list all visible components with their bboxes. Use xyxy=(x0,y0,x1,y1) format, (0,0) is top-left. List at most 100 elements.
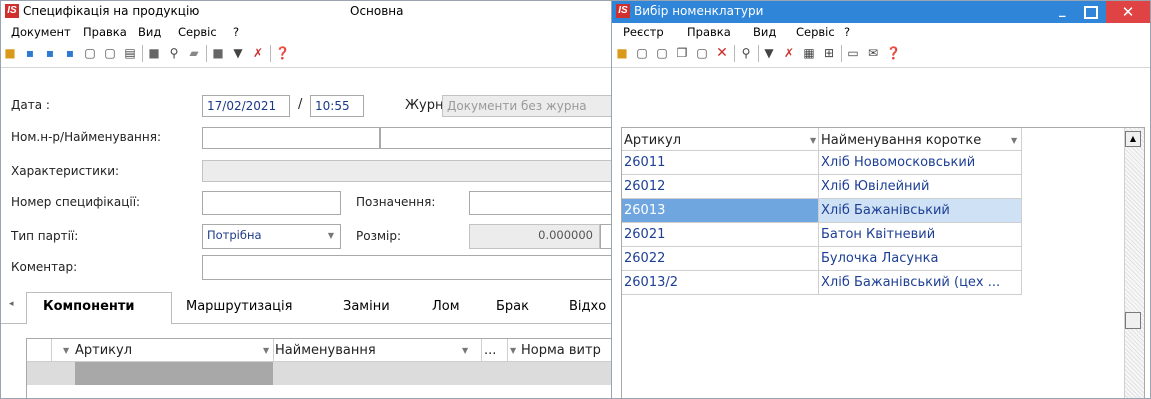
sort-arrow-icon[interactable]: ▼ xyxy=(1011,129,1017,152)
help-icon[interactable]: ❓ xyxy=(275,46,290,60)
bookmark-icon[interactable]: ▰ xyxy=(187,46,201,60)
open-folder-icon[interactable]: ■ xyxy=(615,46,629,60)
menu-service[interactable]: Сервіс xyxy=(178,25,217,39)
toolbar-separator xyxy=(142,45,143,62)
table-icon[interactable]: ▦ xyxy=(802,46,816,60)
print-icon[interactable]: ▤ xyxy=(123,46,137,60)
tab-scroll-left-icon[interactable]: ◂ xyxy=(9,299,14,309)
filter-icon[interactable]: ▼ xyxy=(231,46,245,60)
edit-item-icon[interactable]: ▢ xyxy=(655,46,669,60)
scrollbar-thumb[interactable] xyxy=(1125,312,1141,329)
designation-field[interactable] xyxy=(469,191,611,215)
nomenclature-titlebar[interactable]: IS Вибір номенклатури _ ✕ xyxy=(612,1,1150,23)
size-spin[interactable] xyxy=(600,224,611,249)
row-article[interactable]: 26021 xyxy=(622,223,818,247)
scroll-up-icon[interactable]: ▲ xyxy=(1125,131,1141,147)
form-icon[interactable]: ▭ xyxy=(846,46,860,60)
specification-window: IS Специфікація на продукцію Основна Док… xyxy=(0,0,611,399)
copy-item-icon[interactable]: ❐ xyxy=(675,46,689,60)
menu-edit[interactable]: Правка xyxy=(83,25,127,39)
row-article[interactable]: 26022 xyxy=(622,247,818,271)
row-name[interactable]: Батон Квітневий xyxy=(819,223,1021,247)
menu-view[interactable]: Вид xyxy=(138,25,161,39)
minimize-icon[interactable]: _ xyxy=(1059,3,1066,18)
clone-item-icon[interactable]: ▢ xyxy=(695,46,709,60)
row-article[interactable]: 26013/2 xyxy=(622,271,818,295)
comment-label: Коментар: xyxy=(11,260,78,274)
row-name[interactable]: Хліб Ювілейний xyxy=(819,175,1021,199)
column-norm[interactable]: Норма витр xyxy=(521,339,601,362)
sort-arrow-icon[interactable]: ▼ xyxy=(263,339,269,362)
tab-defects[interactable]: Брак xyxy=(496,299,529,314)
help-icon[interactable]: ❓ xyxy=(886,46,901,60)
journal-field[interactable]: Документи без журна xyxy=(442,95,611,117)
column-article[interactable]: Артикул xyxy=(624,129,681,152)
tree-icon[interactable]: ⊞ xyxy=(822,46,836,60)
maximize-icon[interactable] xyxy=(1084,6,1098,19)
column-short-name[interactable]: Найменування коротке xyxy=(821,129,981,152)
item-name-field[interactable] xyxy=(380,127,611,149)
toolbar-separator xyxy=(734,45,735,62)
sort-arrow-icon[interactable]: ▼ xyxy=(810,129,816,152)
edit-document-icon[interactable]: ▪ xyxy=(43,46,57,60)
row-name[interactable]: Булочка Ласунка xyxy=(819,247,1021,271)
sort-arrow-icon[interactable]: ▼ xyxy=(63,339,69,362)
app-logo-icon: IS xyxy=(5,4,19,18)
stop-icon[interactable]: ■ xyxy=(147,46,161,60)
characteristics-field[interactable] xyxy=(202,160,611,182)
batch-type-select[interactable]: Потрібна ▼ xyxy=(202,224,341,249)
date-field[interactable]: 17/02/2021 xyxy=(202,95,290,117)
menu-edit[interactable]: Правка xyxy=(687,25,731,39)
grid-focused-cell[interactable] xyxy=(75,362,273,385)
column-article[interactable]: Артикул xyxy=(75,339,132,362)
menu-help[interactable]: ? xyxy=(233,25,239,39)
row-name-selected[interactable]: Хліб Бажанівський xyxy=(819,199,1021,223)
document-icon[interactable]: ▢ xyxy=(83,46,97,60)
menu-view[interactable]: Вид xyxy=(753,25,776,39)
spec-number-field[interactable] xyxy=(202,191,341,215)
grid-icon[interactable]: ■ xyxy=(211,46,225,60)
sort-arrow-icon[interactable]: ▼ xyxy=(462,339,468,362)
new-document-icon[interactable]: ▪ xyxy=(23,46,37,60)
item-label: Ном.н-р/Найменування: xyxy=(11,130,162,144)
item-code-field[interactable] xyxy=(202,127,380,149)
grid-divider xyxy=(1021,128,1022,295)
tab-routing[interactable]: Маршрутизація xyxy=(186,299,292,314)
chevron-down-icon[interactable]: ▼ xyxy=(328,226,334,246)
new-item-icon[interactable]: ▢ xyxy=(635,46,649,60)
column-dots[interactable]: ... xyxy=(484,339,496,362)
document-copy-icon[interactable]: ▢ xyxy=(103,46,117,60)
window-title: Вибір номенклатури xyxy=(634,4,764,18)
row-article[interactable]: 26011 xyxy=(622,151,818,175)
search-icon[interactable]: ⚲ xyxy=(739,46,753,60)
delete-icon[interactable]: ✕ xyxy=(715,46,729,60)
specification-titlebar[interactable]: IS Специфікація на продукцію Основна xyxy=(1,1,611,23)
row-name[interactable]: Хліб Бажанівський (цех ... xyxy=(819,271,1021,295)
clear-filter-icon[interactable]: ✗ xyxy=(251,46,265,60)
comment-field[interactable] xyxy=(202,255,611,280)
menu-registry[interactable]: Реєстр xyxy=(623,25,664,39)
time-field[interactable]: 10:55 xyxy=(310,95,364,117)
spec-number-label: Номер специфікації: xyxy=(11,195,141,209)
menu-service[interactable]: Сервіс xyxy=(796,25,835,39)
sort-arrow-icon[interactable]: ▼ xyxy=(510,339,516,362)
tab-waste[interactable]: Відхо xyxy=(569,299,606,314)
size-field[interactable]: 0.000000 xyxy=(469,224,600,249)
copy-document-icon[interactable]: ▪ xyxy=(63,46,77,60)
close-button[interactable]: ✕ xyxy=(1106,1,1150,23)
menu-help[interactable]: ? xyxy=(844,25,850,39)
mail-icon[interactable]: ✉ xyxy=(866,46,880,60)
row-article[interactable]: 26012 xyxy=(622,175,818,199)
menu-document[interactable]: Документ xyxy=(11,25,71,39)
row-article-selected[interactable]: 26013 xyxy=(622,199,818,223)
tab-components[interactable]: Компоненти xyxy=(43,299,135,314)
tab-scrap[interactable]: Лом xyxy=(432,299,460,314)
open-folder-icon[interactable]: ■ xyxy=(3,46,17,60)
vertical-scrollbar[interactable] xyxy=(1124,128,1144,398)
clear-filter-icon[interactable]: ✗ xyxy=(782,46,796,60)
column-name[interactable]: Найменування xyxy=(275,339,376,362)
row-name[interactable]: Хліб Новомосковський xyxy=(819,151,1021,175)
tab-substitutions[interactable]: Заміни xyxy=(343,299,390,314)
search-icon[interactable]: ⚲ xyxy=(167,46,181,60)
filter-icon[interactable]: ▼ xyxy=(762,46,776,60)
